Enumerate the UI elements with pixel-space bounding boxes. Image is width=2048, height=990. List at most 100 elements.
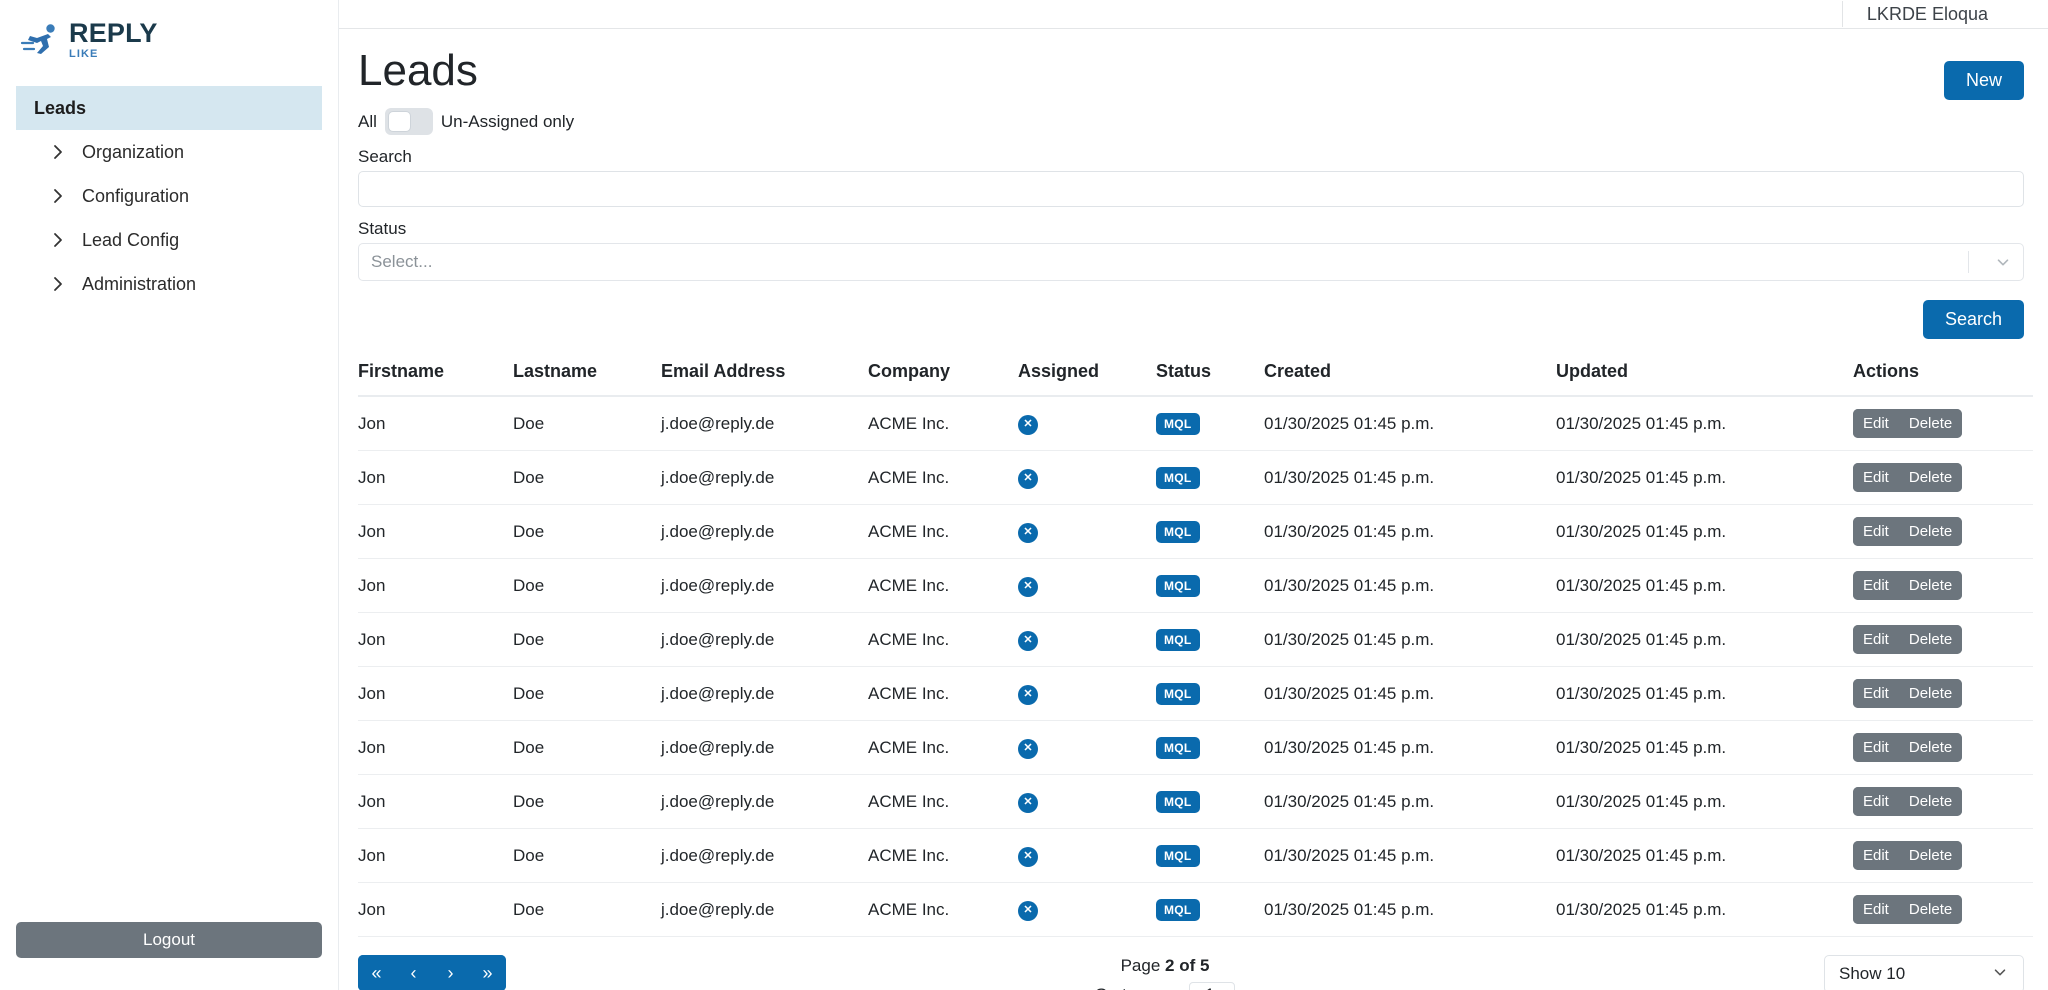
column-header-company[interactable]: Company xyxy=(868,361,1018,397)
column-header-email[interactable]: Email Address xyxy=(661,361,868,397)
cell-created: 01/30/2025 01:45 p.m. xyxy=(1264,396,1556,451)
cell-actions: Edit Delete xyxy=(1853,612,2033,667)
sidebar-item-lead-config[interactable]: Lead Config xyxy=(16,218,322,262)
edit-button[interactable]: Edit xyxy=(1853,787,1899,816)
goto-page-input[interactable]: 1 ▴ ▾ xyxy=(1189,982,1236,990)
delete-button[interactable]: Delete xyxy=(1898,895,1963,924)
sidebar-item-leads[interactable]: Leads xyxy=(16,86,322,130)
cell-actions: Edit Delete xyxy=(1853,396,2033,451)
circle-x-icon[interactable]: ✕ xyxy=(1018,792,1038,813)
page-title: Leads xyxy=(358,46,478,95)
column-header-created[interactable]: Created xyxy=(1264,361,1556,397)
cell-updated: 01/30/2025 01:45 p.m. xyxy=(1556,882,1853,937)
circle-x-icon[interactable]: ✕ xyxy=(1018,630,1038,651)
cell-firstname: Jon xyxy=(358,882,513,937)
last-page-button[interactable]: » xyxy=(469,955,506,990)
chevron-right-icon xyxy=(50,232,70,248)
delete-button[interactable]: Delete xyxy=(1898,463,1963,492)
cell-created: 01/30/2025 01:45 p.m. xyxy=(1264,612,1556,667)
delete-button[interactable]: Delete xyxy=(1898,409,1963,438)
status-select[interactable]: Select... xyxy=(358,243,2024,281)
circle-x-icon[interactable]: ✕ xyxy=(1018,684,1038,705)
page-indicator-prefix: Page xyxy=(1120,956,1161,975)
cell-firstname: Jon xyxy=(358,396,513,451)
circle-x-icon[interactable]: ✕ xyxy=(1018,576,1038,597)
sidebar-item-administration[interactable]: Administration xyxy=(16,262,322,306)
brand-logo[interactable]: REPLY LIKE xyxy=(0,0,338,62)
cell-company: ACME Inc. xyxy=(868,666,1018,721)
delete-button[interactable]: Delete xyxy=(1898,679,1963,708)
new-button[interactable]: New xyxy=(1943,61,2024,100)
previous-page-button[interactable]: ‹ xyxy=(395,955,432,990)
cell-actions: Edit Delete xyxy=(1853,828,2033,883)
page-size-select[interactable]: Show 10 xyxy=(1824,955,2024,990)
circle-x-icon[interactable]: ✕ xyxy=(1018,468,1038,489)
cell-updated: 01/30/2025 01:45 p.m. xyxy=(1556,558,1853,613)
edit-button[interactable]: Edit xyxy=(1853,409,1899,438)
cell-assigned: ✕ xyxy=(1018,612,1156,667)
table-row: Jon Doe j.doe@reply.de ACME Inc. ✕ MQL 01/30/2… xyxy=(358,504,2033,559)
status-badge: MQL xyxy=(1156,790,1200,813)
column-header-firstname[interactable]: Firstname xyxy=(358,361,513,397)
cell-updated: 01/30/2025 01:45 p.m. xyxy=(1556,774,1853,829)
cell-status: MQL xyxy=(1156,774,1264,829)
circle-x-icon[interactable]: ✕ xyxy=(1018,738,1038,759)
cell-updated: 01/30/2025 01:45 p.m. xyxy=(1556,666,1853,721)
logout-button[interactable]: Logout xyxy=(16,922,322,958)
circle-x-icon[interactable]: ✕ xyxy=(1018,900,1038,921)
circle-x-icon[interactable]: ✕ xyxy=(1018,414,1038,435)
delete-button[interactable]: Delete xyxy=(1898,517,1963,546)
cell-actions: Edit Delete xyxy=(1853,720,2033,775)
unassigned-only-toggle[interactable] xyxy=(384,108,433,135)
edit-button[interactable]: Edit xyxy=(1853,841,1899,870)
first-page-button[interactable]: « xyxy=(358,955,395,990)
circle-x-icon[interactable]: ✕ xyxy=(1018,846,1038,867)
delete-button[interactable]: Delete xyxy=(1898,625,1963,654)
column-header-updated[interactable]: Updated xyxy=(1556,361,1853,397)
column-header-assigned[interactable]: Assigned xyxy=(1018,361,1156,397)
chevron-down-icon[interactable] xyxy=(1983,253,2023,271)
edit-button[interactable]: Edit xyxy=(1853,625,1899,654)
chevron-right-icon xyxy=(50,188,70,204)
status-badge: MQL xyxy=(1156,520,1200,543)
sidebar-item-label: Lead Config xyxy=(82,229,180,250)
edit-button[interactable]: Edit xyxy=(1853,571,1899,600)
next-page-button[interactable]: › xyxy=(432,955,469,990)
cell-company: ACME Inc. xyxy=(868,450,1018,505)
pagination-status: Page 2 of 5 Go to page: 1 ▴ ▾ xyxy=(1095,956,1236,990)
cell-actions: Edit Delete xyxy=(1853,504,2033,559)
sidebar-item-label: Leads xyxy=(34,97,87,118)
delete-button[interactable]: Delete xyxy=(1898,787,1963,816)
search-button[interactable]: Search xyxy=(1922,300,2024,339)
column-header-status[interactable]: Status xyxy=(1156,361,1264,397)
cell-assigned: ✕ xyxy=(1018,774,1156,829)
search-input[interactable] xyxy=(358,171,2024,207)
edit-button[interactable]: Edit xyxy=(1853,463,1899,492)
cell-assigned: ✕ xyxy=(1018,558,1156,613)
table-row: Jon Doe j.doe@reply.de ACME Inc. ✕ MQL 01/30/2… xyxy=(358,612,2033,667)
cell-firstname: Jon xyxy=(358,558,513,613)
chevron-right-icon xyxy=(50,276,70,292)
sidebar-item-configuration[interactable]: Configuration xyxy=(16,174,322,218)
runner-icon xyxy=(20,23,62,57)
circle-x-icon[interactable]: ✕ xyxy=(1018,522,1038,543)
current-account-label[interactable]: LKRDE Eloqua xyxy=(1867,4,1988,25)
delete-button[interactable]: Delete xyxy=(1898,571,1963,600)
cell-lastname: Doe xyxy=(513,882,661,937)
edit-button[interactable]: Edit xyxy=(1853,733,1899,762)
cell-status: MQL xyxy=(1156,666,1264,721)
table-row: Jon Doe j.doe@reply.de ACME Inc. ✕ MQL 01/30/2… xyxy=(358,882,2033,937)
delete-button[interactable]: Delete xyxy=(1898,733,1963,762)
select-separator xyxy=(1968,251,1969,273)
cell-status: MQL xyxy=(1156,558,1264,613)
sidebar-item-organization[interactable]: Organization xyxy=(16,130,322,174)
cell-email: j.doe@reply.de xyxy=(661,450,868,505)
sidebar-nav: Leads Organization Configuration Lead Co… xyxy=(0,86,338,306)
leads-table: Firstname Lastname Email Address Company… xyxy=(358,361,2033,937)
cell-email: j.doe@reply.de xyxy=(661,396,868,451)
delete-button[interactable]: Delete xyxy=(1898,841,1963,870)
column-header-lastname[interactable]: Lastname xyxy=(513,361,661,397)
edit-button[interactable]: Edit xyxy=(1853,517,1899,546)
edit-button[interactable]: Edit xyxy=(1853,895,1899,924)
edit-button[interactable]: Edit xyxy=(1853,679,1899,708)
